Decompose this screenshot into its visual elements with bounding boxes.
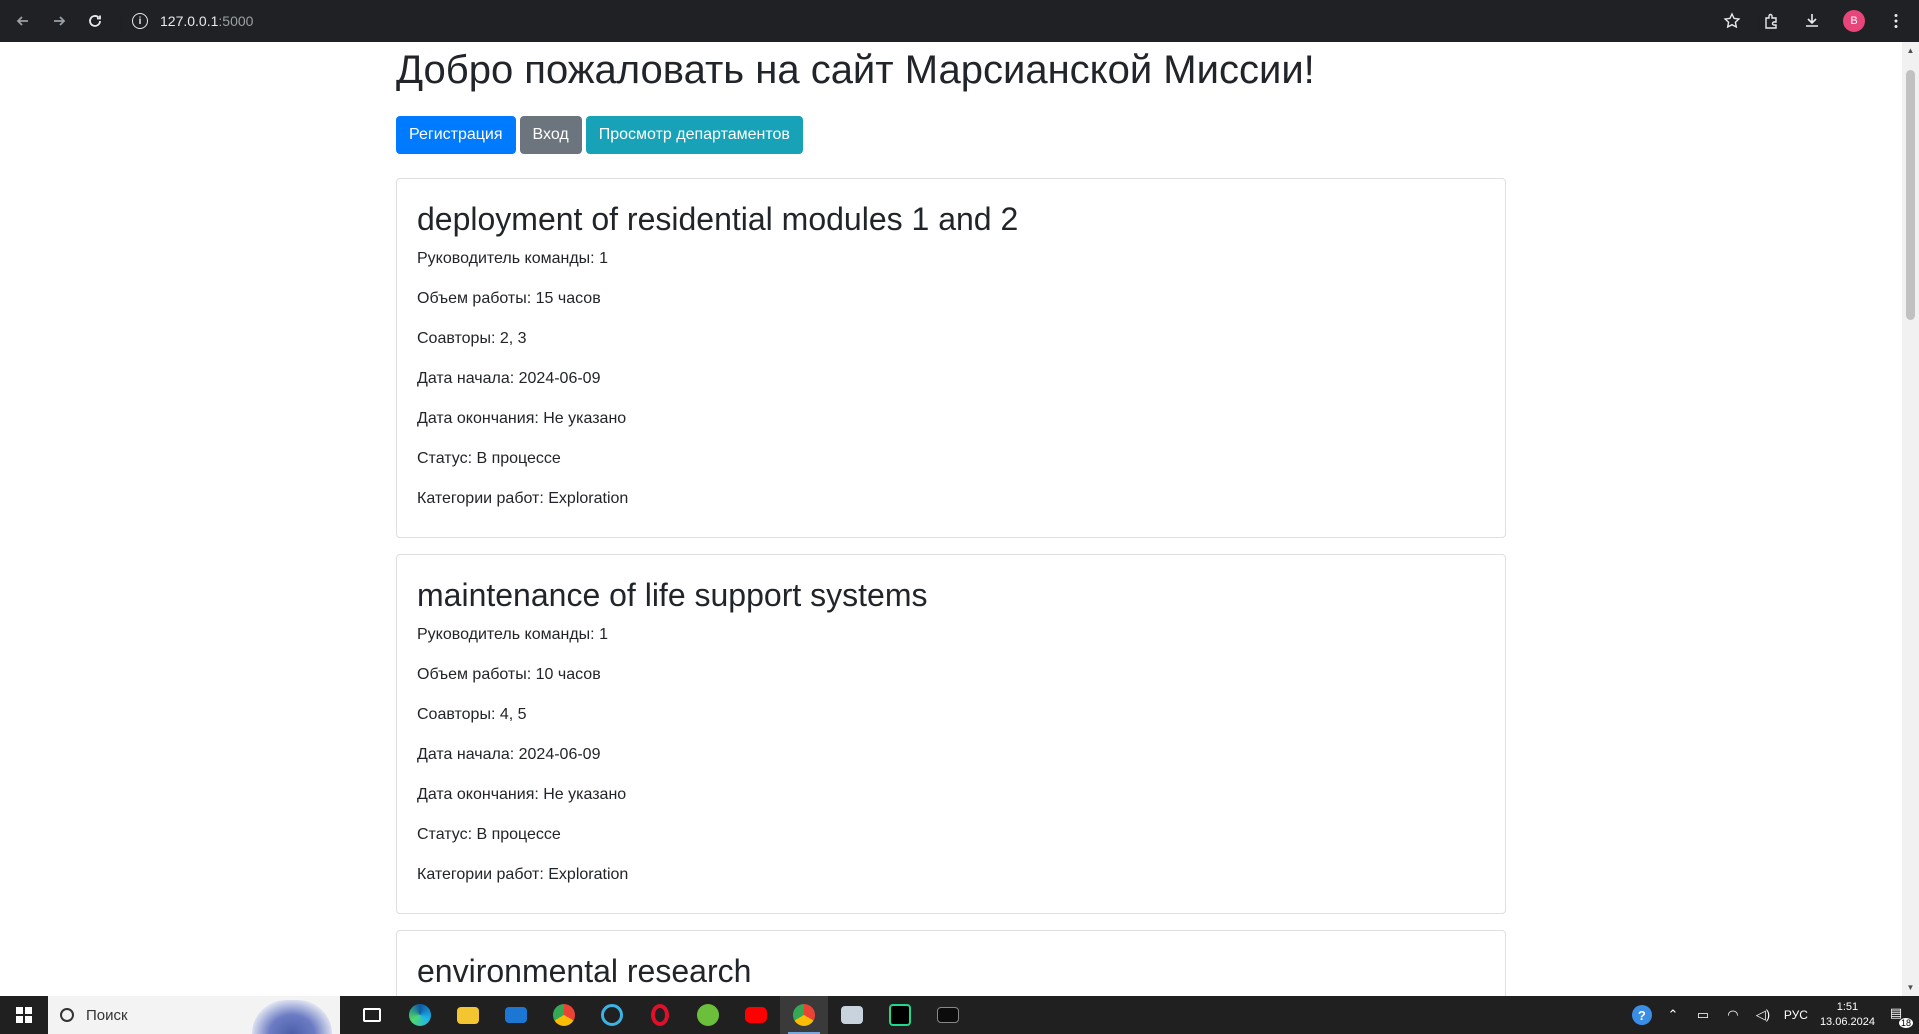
edge-icon xyxy=(409,1004,431,1026)
terminal-app[interactable] xyxy=(924,996,972,1034)
page-scrollbar[interactable]: ▲ ▼ xyxy=(1902,42,1919,996)
chrome-app[interactable] xyxy=(540,996,588,1034)
extensions-icon[interactable] xyxy=(1763,12,1781,30)
job-title: deployment of residential modules 1 and … xyxy=(417,201,1019,237)
photos-icon xyxy=(841,1006,863,1024)
action-buttons: Регистрация Вход Просмотр департаментов xyxy=(396,116,1506,154)
job-categories: Категории работ: Exploration xyxy=(417,866,629,883)
opera-icon xyxy=(651,1004,669,1026)
notification-count: 18 xyxy=(1898,1018,1913,1028)
scroll-up-arrow-icon[interactable]: ▲ xyxy=(1906,46,1915,55)
pycharm-app[interactable] xyxy=(876,996,924,1034)
url-text[interactable]: 127.0.0.1:5000 xyxy=(160,13,253,29)
chrome-icon xyxy=(553,1004,575,1026)
help-icon[interactable]: ? xyxy=(1631,1005,1652,1025)
job-work-size: Объем работы: 10 часов xyxy=(417,666,601,683)
register-button[interactable]: Регистрация xyxy=(396,116,516,154)
bookmark-star-icon[interactable] xyxy=(1723,12,1741,30)
downloads-icon[interactable] xyxy=(1803,12,1821,30)
reload-icon xyxy=(89,15,101,27)
photos-app[interactable] xyxy=(828,996,876,1034)
notification-center[interactable]: ▤ 18 xyxy=(1887,1004,1913,1028)
youtube-icon xyxy=(745,1007,767,1023)
login-button[interactable]: Вход xyxy=(519,116,582,154)
job-status: Статус: В процессе xyxy=(417,450,561,467)
clock[interactable]: 1:51 13.06.2024 xyxy=(1820,1000,1875,1030)
job-start-date: Дата начала: 2024-06-09 xyxy=(417,746,601,763)
chrome-profile-icon xyxy=(793,1004,815,1026)
forward-button[interactable] xyxy=(44,6,74,36)
alarms-app[interactable] xyxy=(588,996,636,1034)
search-highlight-image xyxy=(252,1000,332,1034)
reload-button[interactable] xyxy=(80,6,110,36)
windows-taskbar: Поиск ? ⌃ ▭ ◠ ◁) РУС 1:51 13.06.2024 ▤ 1… xyxy=(0,996,1919,1034)
main-container: Добро пожаловать на сайт Марсианской Мис… xyxy=(396,42,1506,996)
clock-time: 1:51 xyxy=(1836,1001,1859,1013)
job-status: Статус: В процессе xyxy=(417,826,561,843)
chrome-profile-app[interactable] xyxy=(780,996,828,1034)
terminal-icon xyxy=(937,1007,959,1023)
job-collaborators: Соавторы: 4, 5 xyxy=(417,706,527,723)
job-collaborators: Соавторы: 2, 3 xyxy=(417,330,527,347)
job-end-date: Дата окончания: Не указано xyxy=(417,410,627,427)
edge-app[interactable] xyxy=(396,996,444,1034)
page-title: Добро пожаловать на сайт Марсианской Мис… xyxy=(396,48,1315,92)
job-title: environmental research xyxy=(417,953,752,989)
wifi-icon[interactable]: ◠ xyxy=(1724,1006,1742,1024)
site-info-icon[interactable]: i xyxy=(132,13,148,29)
url-host: 127.0.0.1 xyxy=(160,13,219,29)
browser-toolbar: i 127.0.0.1:5000 B xyxy=(0,0,1919,42)
job-categories: Категории работ: Exploration xyxy=(417,490,629,507)
mail-app[interactable] xyxy=(492,996,540,1034)
search-label: Поиск xyxy=(86,1006,128,1024)
job-card: deployment of residential modules 1 and … xyxy=(396,178,1506,538)
mail-icon xyxy=(505,1007,527,1023)
job-work-size: Объем работы: 15 часов xyxy=(417,290,601,307)
battery-icon[interactable]: ▭ xyxy=(1694,1006,1712,1024)
folder-icon xyxy=(457,1006,479,1024)
system-tray: ? ⌃ ▭ ◠ ◁) РУС 1:51 13.06.2024 ▤ 18 xyxy=(1631,996,1919,1034)
job-end-date: Дата окончания: Не указано xyxy=(417,786,627,803)
back-button[interactable] xyxy=(8,6,38,36)
taskbar-search[interactable]: Поиск xyxy=(48,996,340,1034)
scroll-down-arrow-icon[interactable]: ▼ xyxy=(1906,983,1915,992)
language-indicator[interactable]: РУС xyxy=(1784,1008,1808,1022)
job-start-date: Дата начала: 2024-06-09 xyxy=(417,370,601,387)
jobs-list: deployment of residential modules 1 and … xyxy=(396,178,1506,996)
opera-app[interactable] xyxy=(636,996,684,1034)
youtube-app[interactable] xyxy=(732,996,780,1034)
view-departments-button[interactable]: Просмотр департаментов xyxy=(585,116,803,154)
utorrent-app[interactable] xyxy=(684,996,732,1034)
job-team-leader: Руководитель команды: 1 xyxy=(417,626,608,643)
forward-arrow-icon xyxy=(54,16,66,26)
utorrent-icon xyxy=(697,1004,719,1026)
back-arrow-icon xyxy=(16,16,28,26)
clock-date: 13.06.2024 xyxy=(1819,1016,1875,1028)
start-button[interactable] xyxy=(0,996,48,1034)
url-port: :5000 xyxy=(218,13,254,29)
scrollbar-thumb[interactable] xyxy=(1906,70,1915,320)
job-card: environmental research xyxy=(396,930,1506,996)
browser-menu-icon[interactable] xyxy=(1887,12,1905,30)
task-view-icon xyxy=(363,1008,381,1022)
search-icon xyxy=(60,1008,74,1022)
job-title: maintenance of life support systems xyxy=(417,577,928,613)
clock-icon xyxy=(601,1004,623,1026)
page-viewport: Добро пожаловать на сайт Марсианской Мис… xyxy=(0,42,1902,996)
job-team-leader: Руководитель команды: 1 xyxy=(417,250,608,267)
pycharm-icon xyxy=(889,1004,911,1026)
job-card: maintenance of life support systems Руко… xyxy=(396,554,1506,914)
task-view-button[interactable] xyxy=(348,996,396,1034)
file-explorer-app[interactable] xyxy=(444,996,492,1034)
profile-avatar[interactable]: B xyxy=(1843,10,1865,32)
chevron-up-icon[interactable]: ⌃ xyxy=(1664,1006,1682,1024)
volume-icon[interactable]: ◁) xyxy=(1754,1006,1772,1024)
windows-logo-icon xyxy=(16,1007,32,1023)
address-bar[interactable]: i 127.0.0.1:5000 xyxy=(120,4,1760,38)
